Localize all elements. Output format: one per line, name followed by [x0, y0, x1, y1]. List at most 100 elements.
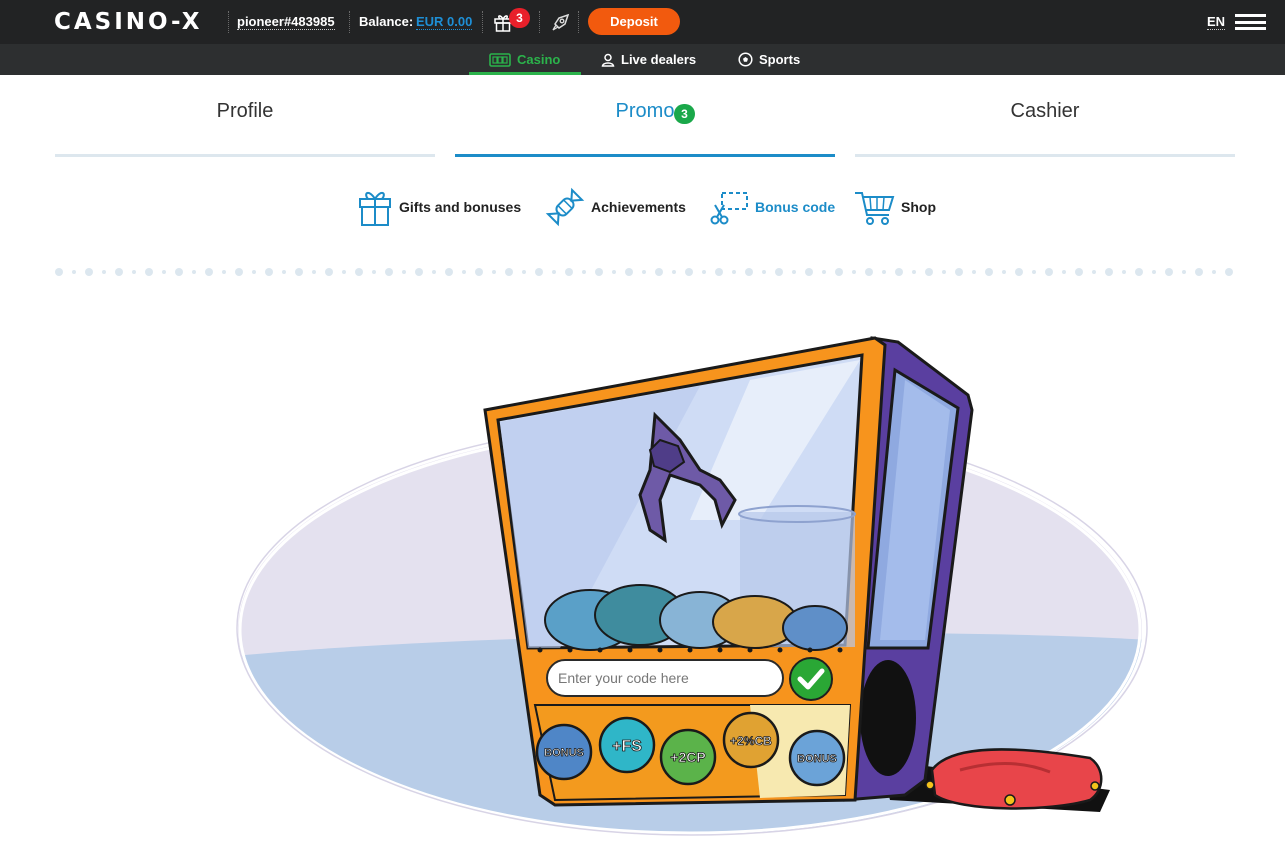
- divider-dot: [265, 268, 273, 276]
- divider-dot: [385, 268, 393, 276]
- divider-dot: [102, 270, 106, 274]
- bonus-code-input[interactable]: [546, 659, 784, 697]
- divider-dot: [192, 270, 196, 274]
- divider-dot: [625, 268, 633, 276]
- divider-dot: [715, 268, 723, 276]
- candy-icon: [545, 187, 585, 227]
- category-nav: Casino Live dealers Sports: [0, 44, 1285, 75]
- divider-dot: [1122, 270, 1126, 274]
- subtab-shop[interactable]: Shop: [853, 186, 936, 228]
- divider-dot: [1032, 270, 1036, 274]
- divider-dot: [1182, 270, 1186, 274]
- divider-dot: [222, 270, 226, 274]
- divider-dot: [1075, 268, 1083, 276]
- divider-dot: [792, 270, 796, 274]
- tab-cashier[interactable]: Cashier: [855, 100, 1235, 123]
- divider: [578, 11, 579, 33]
- divider-dot: [402, 270, 406, 274]
- bonus-chip-label: +2CP: [670, 749, 705, 765]
- subtab-achievements-label: Achievements: [591, 199, 686, 215]
- gift-icon: [359, 192, 391, 226]
- subtab-gifts-and-bonuses[interactable]: Gifts and bonuses: [357, 186, 521, 228]
- scissors-coupon-icon: [710, 192, 748, 225]
- divider-dot: [552, 270, 556, 274]
- divider-dot: [505, 268, 513, 276]
- divider-dot: [702, 270, 706, 274]
- tab-promo[interactable]: Promo: [455, 100, 835, 123]
- divider-dot: [942, 270, 946, 274]
- dotted-divider: [55, 268, 1233, 276]
- divider-dot: [295, 268, 303, 276]
- divider-dot: [522, 270, 526, 274]
- subtab-achievements[interactable]: Achievements: [545, 186, 686, 228]
- divider-dot: [1195, 268, 1203, 276]
- nav-casino[interactable]: Casino: [489, 44, 560, 75]
- active-nav-indicator: [469, 72, 581, 75]
- divider-dot: [925, 268, 933, 276]
- divider-dot: [985, 268, 993, 276]
- username-link[interactable]: pioneer#483985: [237, 14, 335, 30]
- divider-dot: [372, 270, 376, 274]
- nav-live-dealers[interactable]: Live dealers: [601, 44, 696, 75]
- divider-dot: [312, 270, 316, 274]
- divider-dot: [145, 268, 153, 276]
- cart-icon: [855, 192, 895, 225]
- divider-dot: [1105, 268, 1113, 276]
- divider-dot: [1002, 270, 1006, 274]
- checkmark-icon: [797, 668, 825, 690]
- divider-dot: [1015, 268, 1023, 276]
- tab-underline: [855, 154, 1235, 157]
- claw-machine-illustration: BONUS +FS +2CP +2%CB BONUS: [236, 336, 1148, 836]
- divider-dot: [235, 268, 243, 276]
- divider-dot: [535, 268, 543, 276]
- tab-profile[interactable]: Profile: [55, 100, 435, 123]
- divider-dot: [882, 270, 886, 274]
- divider-dot: [642, 270, 646, 274]
- divider-dot: [565, 268, 573, 276]
- divider-dot: [115, 268, 123, 276]
- football-icon: [738, 52, 753, 67]
- divider-dot: [1225, 268, 1233, 276]
- divider-dot: [1165, 268, 1173, 276]
- divider-dot: [1135, 268, 1143, 276]
- divider-dot: [1062, 270, 1066, 274]
- divider-dot: [805, 268, 813, 276]
- divider-dot: [355, 268, 363, 276]
- divider-dot: [85, 268, 93, 276]
- subtab-bonus-code-label: Bonus code: [755, 199, 836, 215]
- divider-dot: [205, 268, 213, 276]
- casino-logo[interactable]: CASINO-X: [54, 9, 202, 35]
- submit-code-button[interactable]: [789, 657, 833, 701]
- bonus-chip-label: BONUS: [797, 753, 837, 765]
- deposit-button[interactable]: Deposit: [588, 8, 680, 35]
- divider-dot: [835, 268, 843, 276]
- divider-dot: [175, 268, 183, 276]
- divider-dot: [685, 268, 693, 276]
- promo-count-badge: 3: [674, 104, 695, 124]
- divider-dot: [895, 268, 903, 276]
- divider-dot: [955, 268, 963, 276]
- divider-dot: [475, 268, 483, 276]
- divider-dot: [582, 270, 586, 274]
- subtab-gifts-label: Gifts and bonuses: [399, 199, 522, 215]
- balance-value[interactable]: EUR 0.00: [416, 14, 473, 30]
- divider-dot: [655, 268, 663, 276]
- divider-dot: [445, 268, 453, 276]
- divider-dot: [972, 270, 976, 274]
- divider: [482, 11, 483, 33]
- slot-machine-icon: [489, 52, 511, 67]
- divider-dot: [72, 270, 76, 274]
- bonus-chip-label: +FS: [612, 738, 642, 755]
- bonus-chip-label: +2%CB: [730, 734, 772, 748]
- divider-dot: [1152, 270, 1156, 274]
- menu-icon[interactable]: [1235, 14, 1266, 30]
- tab-underline-active: [455, 154, 835, 157]
- subtab-bonus-code[interactable]: Bonus code: [709, 186, 835, 228]
- nav-sports[interactable]: Sports: [738, 44, 800, 75]
- divider-dot: [1212, 270, 1216, 274]
- rocket-icon[interactable]: [551, 12, 571, 32]
- divider: [539, 11, 540, 33]
- divider-dot: [432, 270, 436, 274]
- bonus-chip-label: BONUS: [544, 747, 584, 759]
- language-selector[interactable]: EN: [1207, 14, 1226, 30]
